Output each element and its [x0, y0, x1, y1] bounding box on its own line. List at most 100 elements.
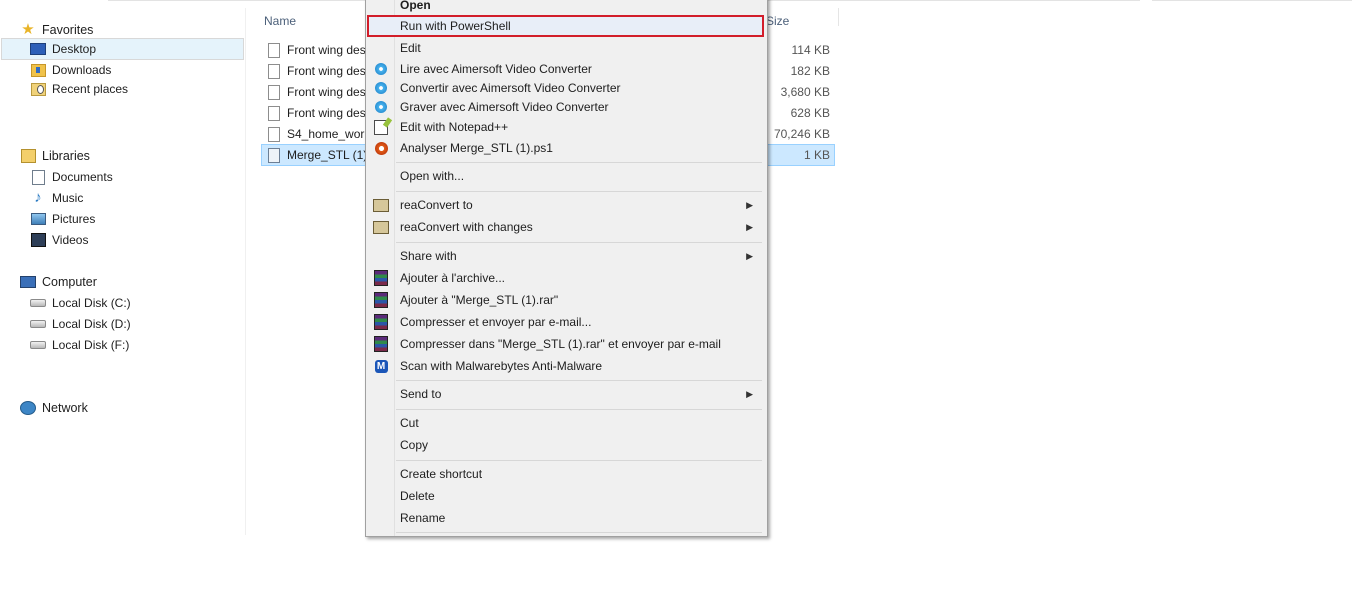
nav-item-label: Local Disk (C:)	[52, 296, 131, 310]
winrar-icon	[373, 292, 389, 308]
documents-icon	[30, 169, 46, 185]
menu-item-label: reaConvert with changes	[400, 220, 533, 234]
recent-places-icon	[30, 81, 46, 97]
menu-item-compresser-rar-email[interactable]: Compresser dans "Merge_STL (1).rar" et e…	[368, 334, 763, 354]
winrar-icon	[373, 314, 389, 330]
menu-item-open-with[interactable]: Open with...	[368, 166, 763, 186]
menu-item-graver-aimersoft[interactable]: Graver avec Aimersoft Video Converter	[368, 97, 763, 117]
file-name: Front wing desi	[287, 106, 367, 120]
nav-item-label: Downloads	[52, 63, 112, 77]
file-name: Front wing desi	[287, 64, 367, 78]
winrar-icon	[373, 270, 389, 286]
menu-item-edit-notepad[interactable]: Edit with Notepad++	[368, 117, 763, 137]
menu-separator	[396, 460, 762, 461]
submenu-arrow-icon: ▶	[746, 388, 753, 399]
menu-item-label: Graver avec Aimersoft Video Converter	[400, 100, 609, 114]
nav-libraries[interactable]: Libraries	[20, 146, 90, 166]
menu-item-open[interactable]: Open	[368, 0, 763, 15]
menu-item-rename[interactable]: Rename	[368, 508, 763, 528]
menu-item-label: Analyser Merge_STL (1).ps1	[400, 141, 553, 155]
nav-item-label: Desktop	[52, 42, 97, 56]
libraries-icon	[20, 148, 36, 164]
menu-item-copy[interactable]: Copy	[368, 435, 763, 455]
nav-pane-divider[interactable]	[245, 8, 246, 535]
menu-item-lire-aimersoft[interactable]: Lire avec Aimersoft Video Converter	[368, 59, 763, 79]
menu-item-cut[interactable]: Cut	[368, 413, 763, 433]
menu-item-label: Compresser dans "Merge_STL (1).rar" et e…	[400, 337, 721, 351]
reaconvert-icon	[373, 197, 389, 213]
submenu-arrow-icon: ▶	[746, 221, 753, 232]
file-icon	[268, 105, 280, 121]
menu-item-label: Copy	[400, 438, 429, 452]
menu-item-send-to[interactable]: Send to ▶	[368, 384, 763, 404]
menu-item-label: Convertir avec Aimersoft Video Converter	[400, 81, 621, 95]
menu-separator	[396, 380, 762, 381]
nav-item-documents[interactable]: Documents	[30, 167, 113, 187]
file-name: Front wing desi	[287, 43, 367, 57]
nav-item-local-disk-f[interactable]: Local Disk (F:)	[30, 335, 129, 355]
nav-item-local-disk-c[interactable]: Local Disk (C:)	[30, 293, 131, 313]
menu-separator	[396, 532, 762, 533]
menu-item-label: Edit	[400, 41, 421, 55]
malwarebytes-icon: M	[373, 358, 389, 374]
nav-network-label: Network	[42, 401, 88, 415]
menu-item-reaconvert-to[interactable]: reaConvert to ▶	[368, 195, 763, 215]
menu-item-label: Run with PowerShell	[400, 19, 511, 33]
nav-favorites[interactable]: ★ Favorites	[20, 20, 93, 40]
menu-item-compresser-email[interactable]: Compresser et envoyer par e-mail...	[368, 312, 763, 332]
nav-item-pictures[interactable]: Pictures	[30, 209, 95, 229]
nav-item-downloads[interactable]: Downloads	[30, 60, 111, 80]
menu-item-label: Open	[400, 0, 431, 12]
nav-item-label: Documents	[52, 170, 113, 184]
menu-item-scan-malwarebytes[interactable]: M Scan with Malwarebytes Anti-Malware	[368, 356, 763, 376]
file-size: 182 KB	[790, 64, 830, 78]
computer-icon	[20, 274, 36, 290]
nav-item-label: Recent places	[52, 82, 129, 96]
aimersoft-icon	[373, 80, 389, 96]
menu-item-run-with-powershell[interactable]: Run with PowerShell	[367, 15, 764, 37]
menu-item-share-with[interactable]: Share with ▶	[368, 246, 763, 266]
nav-item-music[interactable]: ♪ Music	[30, 188, 83, 208]
nav-item-recent-places[interactable]: Recent places	[30, 79, 128, 99]
star-icon: ★	[21, 21, 35, 38]
column-divider[interactable]	[838, 8, 839, 26]
menu-item-delete[interactable]: Delete	[368, 486, 763, 506]
menu-item-label: Scan with Malwarebytes Anti-Malware	[400, 359, 603, 373]
aimersoft-icon	[373, 99, 389, 115]
menu-item-convertir-aimersoft[interactable]: Convertir avec Aimersoft Video Converter	[368, 78, 763, 98]
videos-icon	[30, 232, 46, 248]
file-name: Merge_STL (1)	[287, 148, 367, 162]
menu-item-create-shortcut[interactable]: Create shortcut	[368, 464, 763, 484]
winrar-icon	[373, 336, 389, 352]
menu-item-ajouter-archive[interactable]: Ajouter à l'archive...	[368, 268, 763, 288]
menu-item-label: Ajouter à l'archive...	[400, 271, 506, 285]
file-icon	[268, 84, 280, 100]
nav-item-label: Videos	[52, 233, 89, 247]
menu-item-edit[interactable]: Edit	[368, 38, 763, 58]
column-header-size[interactable]: Size	[766, 14, 789, 28]
nav-item-label: Music	[52, 191, 84, 205]
reaconvert-icon	[373, 219, 389, 235]
nav-item-videos[interactable]: Videos	[30, 230, 88, 250]
column-header-name[interactable]: Name	[264, 14, 296, 28]
antivirus-scan-icon	[373, 140, 389, 156]
menu-item-label: Rename	[400, 511, 446, 525]
nav-item-label: Local Disk (F:)	[52, 338, 130, 352]
disk-icon	[30, 316, 46, 332]
menu-item-ajouter-rar[interactable]: Ajouter à "Merge_STL (1).rar"	[368, 290, 763, 310]
menu-item-reaconvert-with-changes[interactable]: reaConvert with changes ▶	[368, 217, 763, 237]
menu-item-label: Open with...	[400, 169, 465, 183]
nav-network[interactable]: Network	[20, 398, 88, 418]
menu-item-analyser[interactable]: Analyser Merge_STL (1).ps1	[368, 138, 763, 158]
submenu-arrow-icon: ▶	[746, 199, 753, 210]
nav-computer[interactable]: Computer	[20, 272, 97, 292]
file-size: 70,246 KB	[773, 127, 830, 141]
menu-item-label: Share with	[400, 249, 457, 263]
menu-item-label: Send to	[400, 387, 442, 401]
nav-item-desktop[interactable]: Desktop	[1, 38, 244, 60]
nav-item-local-disk-d[interactable]: Local Disk (D:)	[30, 314, 131, 334]
file-name: Front wing desi	[287, 85, 367, 99]
file-size: 628 KB	[790, 106, 830, 120]
network-icon	[20, 400, 36, 416]
pictures-icon	[30, 211, 46, 227]
